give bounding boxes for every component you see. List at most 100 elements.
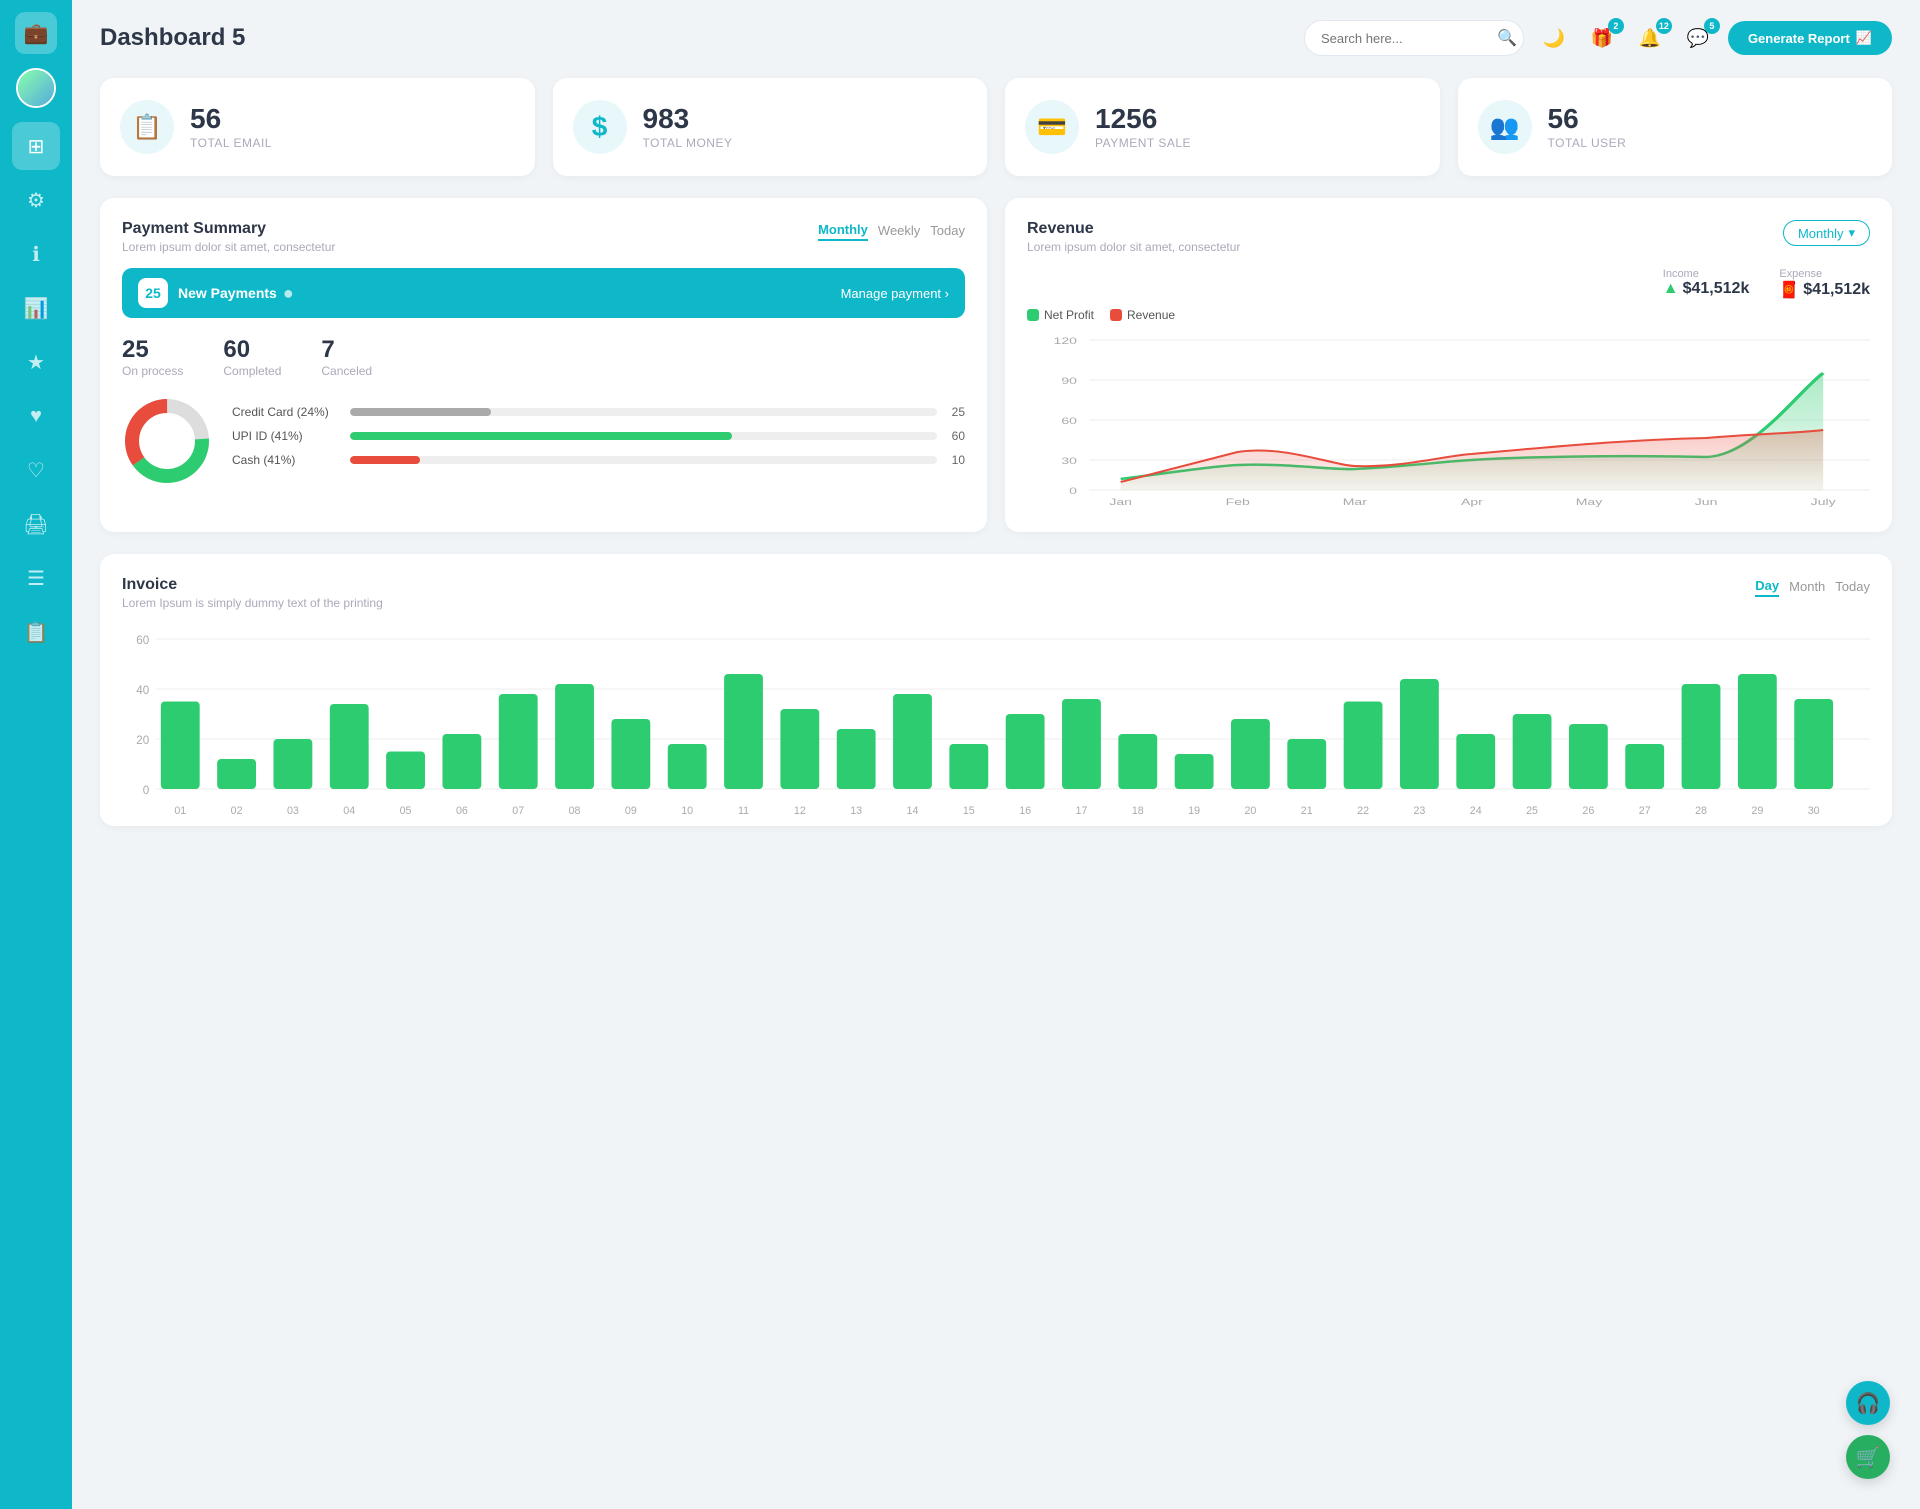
bar-15[interactable] <box>949 744 988 789</box>
bar-12[interactable] <box>780 709 819 789</box>
sidebar-item-heart2[interactable]: ♡ <box>12 446 60 494</box>
income-value-row: ▲ $41,512k <box>1663 280 1750 298</box>
bar-06[interactable] <box>442 734 481 789</box>
tab-weekly[interactable]: Weekly <box>878 220 920 241</box>
stat-info-money: 983 TOTAL MONEY <box>643 104 733 151</box>
bar-30[interactable] <box>1794 699 1833 789</box>
user-icon: 👥 <box>1478 100 1532 154</box>
svg-text:22: 22 <box>1357 805 1369 817</box>
svg-text:09: 09 <box>625 805 637 817</box>
tab-monthly[interactable]: Monthly <box>818 220 868 241</box>
upi-bar <box>350 432 732 440</box>
fab-support[interactable]: 🎧 <box>1846 1381 1890 1425</box>
star-icon: ★ <box>27 350 45 375</box>
svg-text:16: 16 <box>1019 805 1031 817</box>
generate-report-label: Generate Report <box>1748 31 1850 46</box>
svg-text:July: July <box>1811 497 1836 507</box>
sidebar-item-settings[interactable]: ⚙ <box>12 176 60 224</box>
income-value: $41,512k <box>1683 280 1750 298</box>
net-profit-dot <box>1027 309 1039 321</box>
sidebar-item-star[interactable]: ★ <box>12 338 60 386</box>
bar-29[interactable] <box>1738 674 1777 789</box>
tab-today[interactable]: Today <box>930 220 965 241</box>
bar-02[interactable] <box>217 759 256 789</box>
bar-21[interactable] <box>1287 739 1326 789</box>
sidebar-avatar[interactable] <box>16 68 56 108</box>
bar-03[interactable] <box>273 739 312 789</box>
sidebar-item-menu[interactable]: ☰ <box>12 554 60 602</box>
bar-14[interactable] <box>893 694 932 789</box>
progress-item-upi: UPI ID (41%) 60 <box>232 429 965 443</box>
chat-button[interactable]: 💬 5 <box>1680 20 1716 56</box>
sidebar-item-chart[interactable]: 📊 <box>12 284 60 332</box>
stat-card-payment: 💳 1256 PAYMENT SALE <box>1005 78 1440 176</box>
completed-num: 60 <box>223 336 281 364</box>
invoice-tab-month[interactable]: Month <box>1789 576 1825 597</box>
list-icon: 📋 <box>24 620 49 645</box>
stat-on-process: 25 On process <box>122 336 183 378</box>
sidebar-item-info[interactable]: ℹ <box>12 230 60 278</box>
svg-text:05: 05 <box>400 805 412 817</box>
bar-23[interactable] <box>1400 679 1439 789</box>
svg-text:11: 11 <box>738 805 749 817</box>
bar-11[interactable] <box>724 674 763 789</box>
invoice-tab-today[interactable]: Today <box>1835 576 1870 597</box>
bar-04[interactable] <box>330 704 369 789</box>
bar-09[interactable] <box>611 719 650 789</box>
bar-20[interactable] <box>1231 719 1270 789</box>
bar-07[interactable] <box>499 694 538 789</box>
manage-payment-link[interactable]: Manage payment › <box>841 286 949 301</box>
new-payments-badge: 25 <box>138 278 168 308</box>
dark-mode-toggle[interactable]: 🌙 <box>1536 20 1572 56</box>
svg-text:120: 120 <box>1054 336 1078 346</box>
payment-chart-section: Credit Card (24%) 25 UPI ID (41%) 60 <box>122 396 965 486</box>
fab-cart[interactable]: 🛒 <box>1846 1435 1890 1479</box>
chart-icon: 📊 <box>24 296 49 321</box>
bar-28[interactable] <box>1682 684 1721 789</box>
svg-text:27: 27 <box>1639 805 1651 817</box>
revenue-monthly-dropdown[interactable]: Monthly ▾ <box>1783 220 1870 246</box>
creditcard-label: Credit Card (24%) <box>232 405 342 419</box>
bar-05[interactable] <box>386 752 425 790</box>
svg-text:18: 18 <box>1132 805 1144 817</box>
search-bar[interactable]: 🔍 <box>1304 20 1524 56</box>
generate-report-button[interactable]: Generate Report 📈 <box>1728 21 1892 55</box>
expense-label: Expense <box>1779 268 1870 280</box>
bar-26[interactable] <box>1569 724 1608 789</box>
payment-summary-title: Payment Summary <box>122 220 335 238</box>
search-input[interactable] <box>1321 31 1497 46</box>
bar-24[interactable] <box>1456 734 1495 789</box>
payment-tab-group: Monthly Weekly Today <box>818 220 965 241</box>
payment-stats-row: 25 On process 60 Completed 7 Canceled <box>122 336 965 378</box>
stat-info-payment: 1256 PAYMENT SALE <box>1095 104 1191 151</box>
bar-22[interactable] <box>1344 702 1383 790</box>
menu-icon: ☰ <box>27 566 45 591</box>
bar-01[interactable] <box>161 702 200 790</box>
on-process-num: 25 <box>122 336 183 364</box>
sidebar-item-heart1[interactable]: ♥ <box>12 392 60 440</box>
svg-text:Mar: Mar <box>1343 497 1367 507</box>
bar-13[interactable] <box>837 729 876 789</box>
bar-17[interactable] <box>1062 699 1101 789</box>
email-icon: 📋 <box>120 100 174 154</box>
bar-27[interactable] <box>1625 744 1664 789</box>
invoice-tab-day[interactable]: Day <box>1755 576 1779 597</box>
two-col-section: Payment Summary Lorem ipsum dolor sit am… <box>100 198 1892 532</box>
svg-text:Jan: Jan <box>1109 497 1132 507</box>
bar-08[interactable] <box>555 684 594 789</box>
sidebar-item-dashboard[interactable]: ⊞ <box>12 122 60 170</box>
bar-10[interactable] <box>668 744 707 789</box>
progress-item-cash: Cash (41%) 10 <box>232 453 965 467</box>
bar-19[interactable] <box>1175 754 1214 789</box>
bar-25[interactable] <box>1513 714 1552 789</box>
svg-text:20: 20 <box>1244 805 1256 817</box>
sidebar-logo[interactable]: 💼 <box>15 12 57 54</box>
sidebar-item-print[interactable]: 🖨 <box>12 500 60 548</box>
stat-card-email: 📋 56 TOTAL EMAIL <box>100 78 535 176</box>
monthly-label: Monthly <box>1798 226 1844 241</box>
sidebar-item-list[interactable]: 📋 <box>12 608 60 656</box>
bell-button[interactable]: 🔔 12 <box>1632 20 1668 56</box>
gift-button[interactable]: 🎁 2 <box>1584 20 1620 56</box>
bar-16[interactable] <box>1006 714 1045 789</box>
bar-18[interactable] <box>1118 734 1157 789</box>
